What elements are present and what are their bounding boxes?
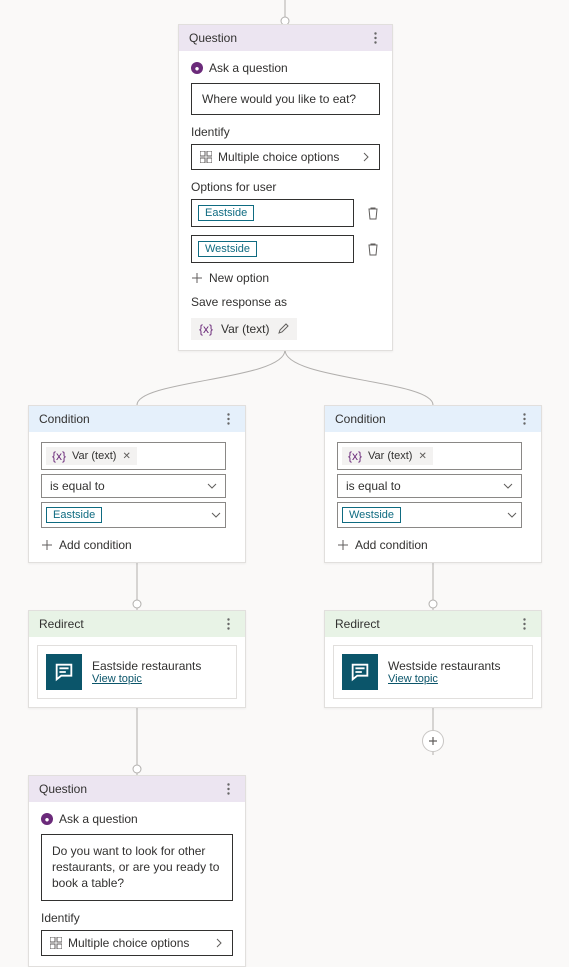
variable-brace-icon: {x} <box>52 449 66 463</box>
node-header-condition: Condition <box>325 406 541 432</box>
more-icon[interactable] <box>221 617 235 631</box>
chevron-down-icon <box>507 510 517 520</box>
add-condition-button[interactable]: Add condition <box>41 538 233 552</box>
chevron-down-icon <box>211 510 221 520</box>
ask-question-row: ● Ask a question <box>191 61 380 75</box>
redirect-node: Redirect Eastside restaurants View topic <box>28 610 246 708</box>
option-row: Eastside <box>191 199 380 227</box>
chevron-down-icon <box>207 481 217 491</box>
add-node-button[interactable] <box>422 730 444 752</box>
pencil-icon[interactable] <box>277 323 289 335</box>
multiple-choice-icon <box>200 151 212 163</box>
option-row: Westside <box>191 235 380 263</box>
node-title: Condition <box>335 412 386 426</box>
plus-icon <box>191 272 203 284</box>
condition-variable-field[interactable]: {x} Var (text) ✕ <box>337 442 522 470</box>
redirect-node: Redirect Westside restaurants View topic <box>324 610 542 708</box>
option-input[interactable]: Westside <box>191 235 354 263</box>
more-icon[interactable] <box>368 31 382 45</box>
chevron-down-icon <box>503 481 513 491</box>
more-icon[interactable] <box>221 782 235 796</box>
close-icon[interactable]: ✕ <box>122 451 130 462</box>
identify-label: Identify <box>191 125 380 139</box>
node-header-question: Question <box>29 776 245 802</box>
identify-label: Identify <box>41 911 233 925</box>
ask-question-icon: ● <box>191 62 203 74</box>
plus-icon <box>337 539 349 551</box>
chat-redirect-icon <box>46 654 82 690</box>
trash-icon[interactable] <box>366 242 380 256</box>
redirect-body: Westside restaurants View topic <box>333 645 533 699</box>
ask-question-row: ● Ask a question <box>41 812 233 826</box>
more-icon[interactable] <box>517 412 531 426</box>
node-header-redirect: Redirect <box>29 611 245 637</box>
plus-icon <box>41 539 53 551</box>
node-title: Condition <box>39 412 90 426</box>
node-header-condition: Condition <box>29 406 245 432</box>
option-input[interactable]: Eastside <box>191 199 354 227</box>
option-chip: Eastside <box>198 205 254 221</box>
condition-variable-field[interactable]: {x} Var (text) ✕ <box>41 442 226 470</box>
condition-node: Condition {x} Var (text) ✕ is equal to W… <box>324 405 542 563</box>
view-topic-link[interactable]: View topic <box>92 673 201 685</box>
more-icon[interactable] <box>221 412 235 426</box>
question-text-input[interactable]: Where would you like to eat? <box>191 83 380 115</box>
redirect-body: Eastside restaurants View topic <box>37 645 237 699</box>
identify-select[interactable]: Multiple choice options <box>41 930 233 956</box>
variable-chip[interactable]: {x} Var (text) <box>191 318 297 340</box>
question-text-input[interactable]: Do you want to look for other restaurant… <box>41 834 233 901</box>
close-icon[interactable]: ✕ <box>418 451 426 462</box>
trash-icon[interactable] <box>366 206 380 220</box>
option-chip: Westside <box>198 241 257 257</box>
redirect-topic: Eastside restaurants <box>92 659 201 673</box>
add-condition-button[interactable]: Add condition <box>337 538 529 552</box>
ask-question-icon: ● <box>41 813 53 825</box>
variable-brace-icon: {x} <box>199 322 213 336</box>
save-response-label: Save response as <box>191 295 380 309</box>
node-title: Redirect <box>39 617 84 631</box>
operator-select[interactable]: is equal to <box>337 474 522 498</box>
value-select[interactable]: Eastside <box>41 502 226 528</box>
more-icon[interactable] <box>517 617 531 631</box>
chevron-right-icon <box>214 938 224 948</box>
options-label: Options for user <box>191 180 380 194</box>
node-title: Redirect <box>335 617 380 631</box>
redirect-topic: Westside restaurants <box>388 659 501 673</box>
question-node: Question ● Ask a question Do you want to… <box>28 775 246 967</box>
value-select[interactable]: Westside <box>337 502 522 528</box>
chevron-right-icon <box>361 152 371 162</box>
chat-redirect-icon <box>342 654 378 690</box>
node-header-redirect: Redirect <box>325 611 541 637</box>
condition-node: Condition {x} Var (text) ✕ is equal to E… <box>28 405 246 563</box>
multiple-choice-icon <box>50 937 62 949</box>
new-option-button[interactable]: New option <box>191 271 380 285</box>
node-header-question: Question <box>179 25 392 51</box>
node-title: Question <box>189 31 237 45</box>
node-title: Question <box>39 782 87 796</box>
view-topic-link[interactable]: View topic <box>388 673 501 685</box>
question-node: Question ● Ask a question Where would yo… <box>178 24 393 351</box>
variable-brace-icon: {x} <box>348 449 362 463</box>
identify-select[interactable]: Multiple choice options <box>191 144 380 170</box>
operator-select[interactable]: is equal to <box>41 474 226 498</box>
